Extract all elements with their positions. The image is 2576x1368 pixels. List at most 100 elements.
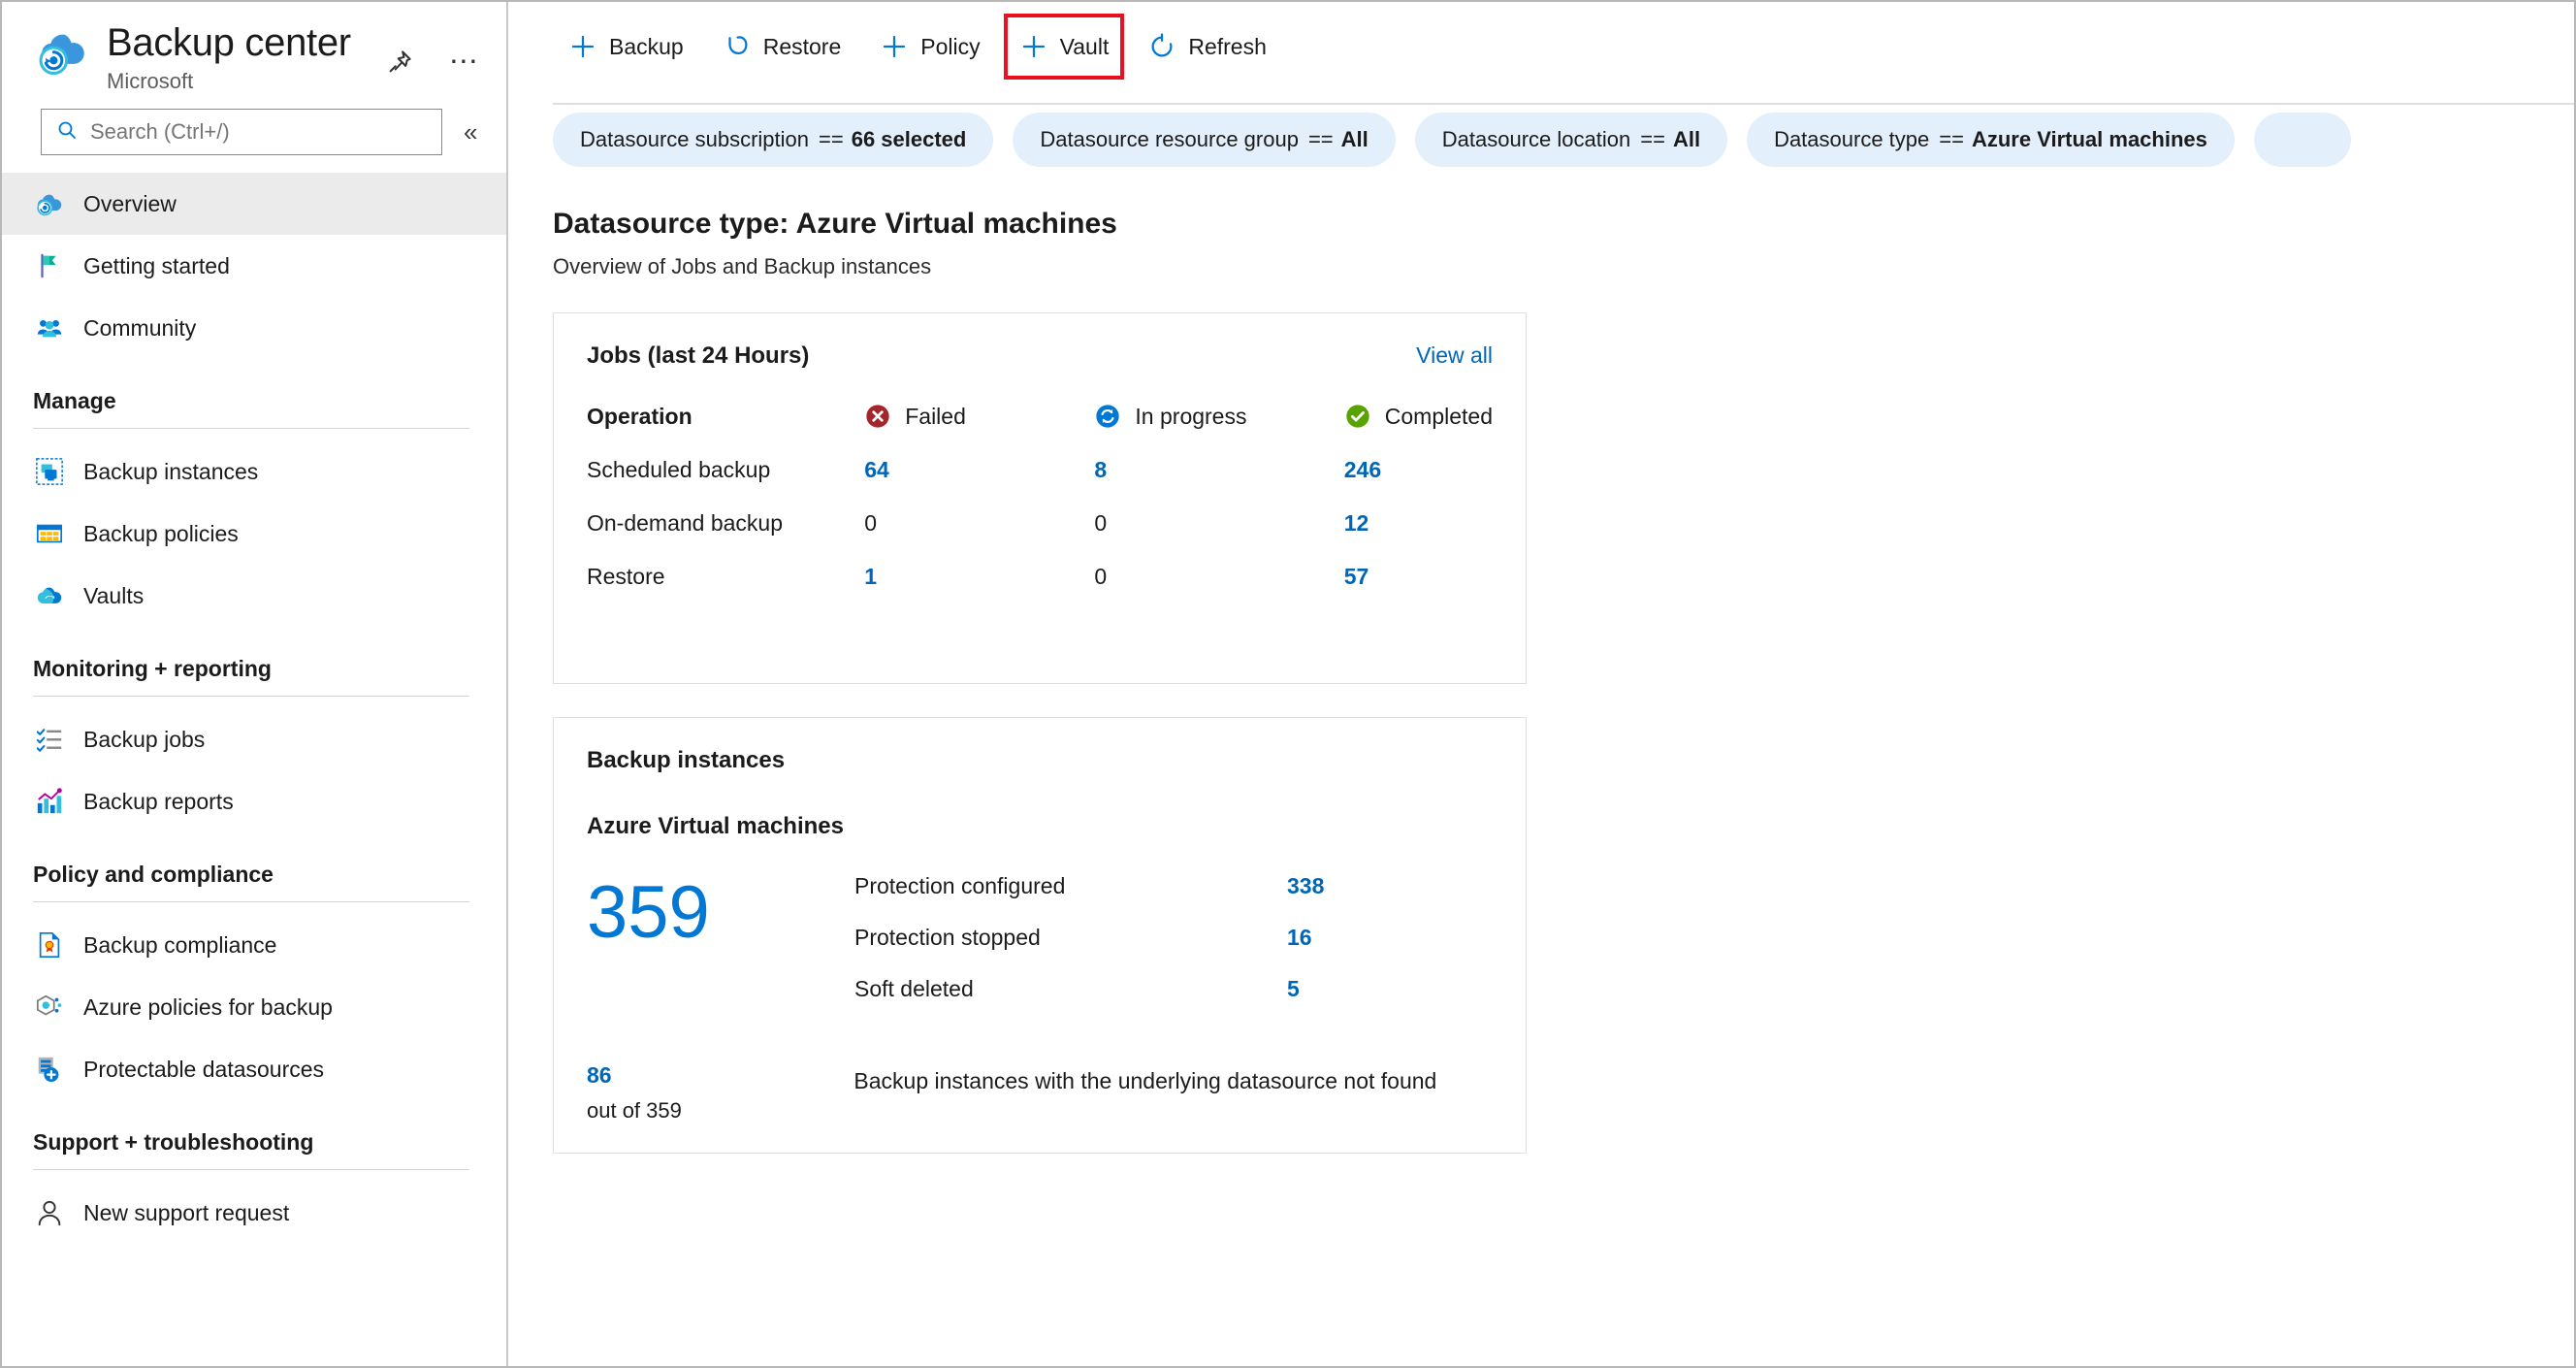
filter-name: Datasource resource group xyxy=(1040,127,1299,151)
brand-subtitle: Microsoft xyxy=(107,69,194,93)
sidebar-item-label: Protectable datasources xyxy=(83,1056,325,1082)
checklist-icon xyxy=(33,723,66,756)
sidebar-item-vaults[interactable]: Vaults xyxy=(2,565,506,627)
content-area: Datasource type: Azure Virtual machines … xyxy=(510,208,2574,1154)
compliance-doc-icon xyxy=(33,928,66,961)
vault-button[interactable]: Vault xyxy=(1003,14,1125,80)
sidebar-item-community[interactable]: Community xyxy=(2,297,506,359)
sidebar-group-title: Monitoring + reporting xyxy=(33,656,272,681)
backup-instances-body: 359 Protection configured 338 Protection… xyxy=(587,873,1493,1027)
breakdown-value[interactable]: 5 xyxy=(1287,976,1300,1002)
left-navigation-panel: Backup center Microsoft ⋯ Search (Ctrl+/… xyxy=(2,2,508,1366)
filter-name: Datasource location xyxy=(1441,127,1631,151)
cell-operation: Restore xyxy=(587,564,665,589)
cell-completed[interactable]: 12 xyxy=(1344,497,1493,550)
sidebar-item-label: Backup jobs xyxy=(83,726,206,752)
filter-value: All xyxy=(1672,127,1701,151)
backup-instances-card-title: Backup instances xyxy=(587,747,786,773)
restore-button[interactable]: Restore xyxy=(707,16,857,77)
filter-operator: == xyxy=(819,127,844,151)
cell-failed[interactable]: 64 xyxy=(864,443,1094,497)
main-content: Backup Restore Policy Vault Refresh Data… xyxy=(510,2,2574,1366)
cell-completed[interactable]: 246 xyxy=(1344,443,1493,497)
filter-pill-datasource-subscription[interactable]: Datasource subscription == 66 selected xyxy=(553,113,994,167)
jobs-card-header: Jobs (last 24 Hours) View all xyxy=(587,342,1493,370)
plus-icon xyxy=(880,32,909,61)
toolbar-button-label: Vault xyxy=(1059,33,1110,59)
ellipsis-icon[interactable]: ⋯ xyxy=(442,41,485,83)
sidebar-item-backup-instances[interactable]: Backup instances xyxy=(2,440,506,503)
view-all-jobs-link[interactable]: View all xyxy=(1416,342,1493,369)
toolbar-button-label: Backup xyxy=(609,33,684,59)
table-row: On-demand backup 0 0 12 xyxy=(587,497,1493,550)
sidebar-item-label: Backup reports xyxy=(83,788,234,814)
footer-count-block: 86 out of 359 xyxy=(587,1062,853,1124)
sidebar-item-label: Azure policies for backup xyxy=(83,993,333,1020)
filter-name: Datasource type xyxy=(1774,127,1930,151)
cell-failed[interactable]: 1 xyxy=(864,550,1094,603)
divider xyxy=(33,696,469,697)
success-circle-icon xyxy=(1344,403,1371,430)
sidebar-item-new-support-request[interactable]: New support request xyxy=(2,1182,506,1244)
backup-center-logo-icon xyxy=(35,25,91,81)
flag-icon xyxy=(33,249,66,282)
list-item: Protection stopped 16 xyxy=(854,925,1493,951)
footer-count[interactable]: 86 xyxy=(587,1062,853,1089)
collapse-sidebar-button[interactable]: « xyxy=(464,119,477,145)
column-header-failed-label: Failed xyxy=(905,403,966,429)
sidebar-item-azure-policies-for-backup[interactable]: Azure policies for backup xyxy=(2,976,506,1038)
search-input[interactable] xyxy=(90,119,410,145)
column-header-in-progress-label: In progress xyxy=(1135,403,1247,429)
sidebar-item-getting-started[interactable]: Getting started xyxy=(2,235,506,297)
policy-button[interactable]: Policy xyxy=(864,16,995,77)
backup-center-icon xyxy=(33,187,66,220)
list-item: Soft deleted 5 xyxy=(854,976,1493,1002)
sidebar-nav: Overview Getting started Community Manag… xyxy=(2,173,506,1244)
plus-icon xyxy=(568,32,597,61)
breakdown-value[interactable]: 338 xyxy=(1287,873,1324,899)
policy-grid-icon xyxy=(33,517,66,550)
jobs-table-header-row: Operation Failed In progress Completed xyxy=(587,403,1493,443)
sidebar-group-title: Manage xyxy=(33,388,116,413)
search-icon xyxy=(55,118,79,147)
column-header-failed: Failed xyxy=(864,403,1094,443)
sidebar-item-label: Vaults xyxy=(83,582,145,608)
refresh-icon xyxy=(1147,32,1176,61)
toolbar-button-label: Refresh xyxy=(1188,33,1267,59)
backup-instances-footer: 86 out of 359 Backup instances with the … xyxy=(587,1062,1493,1124)
filter-pill-overflow[interactable] xyxy=(2253,113,2351,167)
search-box[interactable] xyxy=(41,109,442,155)
cell-completed[interactable]: 57 xyxy=(1344,550,1493,603)
toolbar-button-label: Restore xyxy=(762,33,842,59)
cell-operation: On-demand backup xyxy=(587,510,784,536)
bar-chart-icon xyxy=(33,785,66,818)
content-subtitle: Overview of Jobs and Backup instances xyxy=(553,254,932,278)
sidebar-item-overview[interactable]: Overview xyxy=(2,173,506,235)
column-header-completed-label: Completed xyxy=(1384,403,1493,429)
filter-value: All xyxy=(1340,127,1368,151)
sidebar-item-backup-compliance[interactable]: Backup compliance xyxy=(2,914,506,976)
azure-policy-icon xyxy=(33,991,66,1024)
backup-button[interactable]: Backup xyxy=(553,16,699,77)
jobs-card-title: Jobs (last 24 Hours) xyxy=(587,342,810,369)
filter-value: 66 selected xyxy=(851,127,967,151)
filter-pill-datasource-location[interactable]: Datasource location == All xyxy=(1414,113,1728,167)
sidebar-item-label: Backup instances xyxy=(83,458,259,484)
filter-pill-datasource-resource-group[interactable]: Datasource resource group == All xyxy=(1013,113,1396,167)
cell-in-progress[interactable]: 8 xyxy=(1094,443,1343,497)
filter-pill-datasource-type[interactable]: Datasource type == Azure Virtual machine… xyxy=(1747,113,2235,167)
column-header-in-progress: In progress xyxy=(1094,403,1343,443)
sidebar-item-backup-policies[interactable]: Backup policies xyxy=(2,503,506,565)
sidebar-item-backup-reports[interactable]: Backup reports xyxy=(2,770,506,832)
sidebar-item-protectable-datasources[interactable]: Protectable datasources xyxy=(2,1038,506,1100)
cell-failed: 0 xyxy=(864,510,878,536)
sidebar-item-label: Backup compliance xyxy=(83,931,277,958)
sidebar-item-backup-jobs[interactable]: Backup jobs xyxy=(2,708,506,770)
filter-pill-bar: Datasource subscription == 66 selected D… xyxy=(510,113,2574,167)
footer-out-of: out of 359 xyxy=(587,1098,682,1123)
pin-icon[interactable] xyxy=(378,41,421,83)
toolbar-divider xyxy=(553,103,2574,105)
breakdown-value[interactable]: 16 xyxy=(1287,925,1312,951)
sync-circle-icon xyxy=(1094,403,1121,430)
refresh-button[interactable]: Refresh xyxy=(1132,16,1282,77)
